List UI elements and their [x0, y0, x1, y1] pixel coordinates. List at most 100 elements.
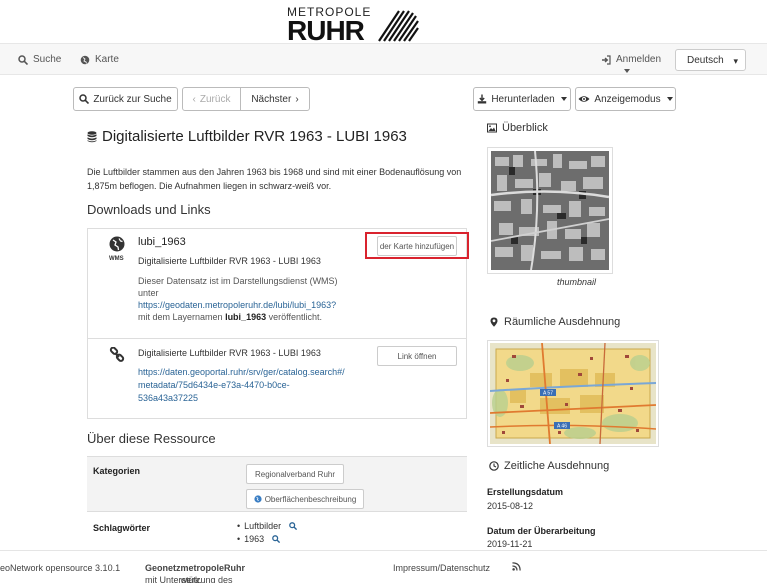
- extent-heading: Räumliche Ausdehnung: [489, 316, 620, 328]
- link-url-line-3[interactable]: 536a43a37225: [138, 392, 345, 405]
- rss-icon[interactable]: [512, 562, 521, 573]
- thumbnail-image[interactable]: [487, 147, 613, 274]
- link-title: Digitalisierte Luftbilder RVR 1963 - LUB…: [138, 348, 321, 358]
- thumbnail-caption: thumbnail: [557, 277, 597, 287]
- support-mid: werk.: [180, 575, 203, 583]
- map-marker-icon: [490, 317, 498, 327]
- created-label: Erstellungsdatum: [487, 487, 564, 497]
- temporal-heading-text: Zeitliche Ausdehnung: [504, 460, 610, 472]
- back-to-search-label: Zurück zur Suche: [93, 93, 172, 105]
- download-label: Herunterladen: [491, 93, 555, 105]
- link-icon: [109, 347, 125, 362]
- navbar: Suche Karte Anmelden Deutsch ▾: [0, 43, 767, 75]
- wms-text-3-post: veröffentlicht.: [268, 312, 322, 322]
- record-description: Die Luftbilder stammen aus den Jahren 19…: [87, 167, 462, 191]
- download-icon: [478, 94, 487, 104]
- globe-icon: [254, 495, 262, 503]
- highlight-box: [365, 232, 469, 259]
- wms-title: Digitalisierte Luftbilder RVR 1963 - LUB…: [138, 256, 321, 266]
- next-label: Nächster: [251, 93, 292, 105]
- wms-badge: WMS: [109, 256, 124, 262]
- search-icon: [18, 54, 28, 65]
- category-oberflaeche-button[interactable]: Oberflächenbeschreibung: [246, 489, 364, 509]
- wms-globe-icon: WMS: [109, 236, 127, 262]
- metropole-ruhr-logo[interactable]: METROPOLE RUHR: [287, 5, 419, 46]
- revised-label: Datum der Überarbeitung: [487, 526, 596, 536]
- search-icon[interactable]: [289, 522, 298, 530]
- chevron-left-icon: ‹: [192, 93, 196, 105]
- globe-icon: [80, 55, 90, 64]
- view-mode-label: Anzeigemodus: [594, 93, 661, 105]
- login-label: Anmelden: [616, 54, 662, 65]
- download-dropdown-button[interactable]: Herunterladen: [473, 87, 571, 111]
- keyword-text: Luftbilder: [244, 521, 282, 531]
- language-value: Deutsch: [687, 55, 724, 66]
- language-select[interactable]: Deutsch ▾: [675, 49, 746, 71]
- link-row: Digitalisierte Luftbilder RVR 1963 - LUB…: [88, 338, 466, 403]
- revised-value: 2019-11-21: [487, 539, 533, 549]
- wms-text-1: Dieser Datensatz ist im Darstellungsdien…: [138, 276, 338, 286]
- keyword-item: • 1963: [237, 534, 281, 544]
- resource-table: Kategorien Regionalverband Ruhr Oberfläc…: [87, 456, 467, 556]
- search-icon: [79, 94, 90, 104]
- downloads-heading: Downloads und Links: [87, 202, 211, 217]
- eye-icon: [578, 96, 590, 102]
- support-bold-2: metropoleRuhr: [180, 563, 246, 573]
- wms-layer-line: mit dem Layernamen lubi_1963 veröffentli…: [138, 311, 338, 323]
- temporal-heading: Zeitliche Ausdehnung: [489, 460, 609, 472]
- sign-in-icon: [602, 54, 611, 65]
- wms-text-3-pre: mit dem Layernamen: [138, 312, 223, 322]
- link-url-line-2[interactable]: metadata/75d6434e-e73a-4470-b0ce-: [138, 379, 345, 392]
- category-regionalverband-button[interactable]: Regionalverband Ruhr: [246, 464, 344, 484]
- a46-label: A 46: [557, 424, 567, 430]
- open-link-button[interactable]: Link öffnen: [377, 346, 457, 366]
- keywords-label: Schlagwörter: [93, 523, 151, 533]
- a57-label: A 57: [543, 391, 553, 397]
- about-heading: Über diese Ressource: [87, 431, 216, 446]
- caret-down-icon: [666, 97, 673, 101]
- category-oberflaeche-label: Oberflächenbeschreibung: [264, 494, 357, 504]
- overview-heading: Überblick: [487, 122, 548, 134]
- created-value: 2015-08-12: [487, 501, 534, 511]
- login-link[interactable]: Anmelden: [601, 54, 661, 65]
- link-url-line-1[interactable]: https://daten.geoportal.ruhr/srv/ger/cat…: [138, 366, 345, 379]
- extent-map[interactable]: A 57 A 46: [487, 340, 659, 447]
- keyword-item: • Luftbilder: [237, 521, 298, 531]
- aerial-photo: [490, 150, 610, 271]
- overview-heading-text: Überblick: [502, 122, 548, 134]
- chevron-down-icon: ▾: [733, 56, 738, 66]
- support-bold-1: Geonetz: [145, 563, 181, 573]
- version-text: eoNetwork opensource 3.10.1: [0, 563, 121, 573]
- page-title-text: Digitalisierte Luftbilder RVR 1963 - LUB…: [102, 128, 407, 145]
- bullet: •: [237, 534, 241, 544]
- wms-layer-name: lubi_1963: [138, 236, 186, 248]
- extent-heading-text: Räumliche Ausdehnung: [504, 316, 621, 328]
- bullet: •: [237, 521, 241, 531]
- wms-url-link[interactable]: https://geodaten.metropoleruhr.de/lubi/l…: [138, 299, 338, 311]
- nav-map-label: Karte: [95, 54, 119, 65]
- imprint-link[interactable]: Impressum/Datenschutz: [393, 563, 490, 573]
- view-mode-dropdown-button[interactable]: Anzeigemodus: [575, 87, 676, 111]
- search-icon[interactable]: [272, 535, 281, 543]
- next-button[interactable]: Nächster ›: [240, 87, 310, 111]
- link-url[interactable]: https://daten.geoportal.ruhr/srv/ger/cat…: [138, 366, 345, 405]
- login-caret-icon: [624, 69, 630, 73]
- caret-down-icon: [560, 97, 567, 101]
- support-text: mit Unterstützung des Geonetz werk. metrop…: [145, 563, 246, 583]
- map-tiles: A 57 A 46: [489, 342, 657, 445]
- wms-description: Dieser Datensatz ist im Darstellungsdien…: [138, 275, 338, 323]
- back-to-search-button[interactable]: Zurück zur Suche: [73, 87, 178, 111]
- chevron-right-icon: ›: [295, 93, 299, 105]
- wms-text-2: unter: [138, 288, 159, 298]
- footer: eoNetwork opensource 3.10.1 mit Unterstü…: [0, 550, 767, 583]
- keyword-text: 1963: [244, 534, 265, 544]
- database-icon: [87, 130, 97, 142]
- nav-search-label: Suche: [33, 54, 62, 65]
- categories-label: Kategorien: [93, 466, 141, 476]
- nav-map-link[interactable]: Karte: [80, 54, 119, 65]
- categories-row: Kategorien Regionalverband Ruhr Oberfläc…: [87, 456, 467, 511]
- logo-stripes-icon: [378, 10, 419, 42]
- previous-label: Zurück: [199, 93, 231, 105]
- nav-search-link[interactable]: Suche: [18, 54, 61, 65]
- previous-button[interactable]: ‹ Zurück: [182, 87, 241, 111]
